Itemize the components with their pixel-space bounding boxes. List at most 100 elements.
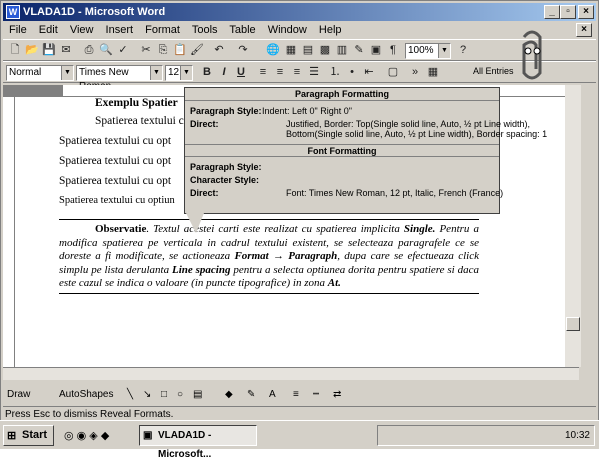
- clock[interactable]: 10:32: [565, 430, 590, 441]
- arrow-style-icon[interactable]: ⇄: [333, 386, 341, 404]
- menu-tools[interactable]: Tools: [192, 24, 218, 36]
- menu-insert[interactable]: Insert: [106, 24, 134, 36]
- italic-icon[interactable]: I: [216, 65, 232, 80]
- obs-line-spacing: Line spacing: [171, 263, 231, 276]
- insert-excel-icon[interactable]: ▩: [317, 43, 333, 58]
- menu-format[interactable]: Format: [145, 24, 180, 36]
- menu-edit[interactable]: Edit: [39, 24, 58, 36]
- line-color-icon[interactable]: ✎: [247, 386, 255, 404]
- hyperlink-icon[interactable]: 🌐: [265, 43, 281, 58]
- taskbar: ⊞ Start ◎ ◉ ◈ ◆ ▣ VLADA1D - Microsoft... 1…: [0, 420, 599, 460]
- help-icon[interactable]: ?: [455, 43, 471, 58]
- insert-table-icon[interactable]: ▤: [300, 43, 316, 58]
- maximize-button[interactable]: ▫: [560, 5, 576, 19]
- align-left-icon[interactable]: ≡: [255, 65, 271, 80]
- bold-icon[interactable]: B: [199, 65, 215, 80]
- horizontal-scrollbar[interactable]: [3, 367, 579, 380]
- drawing-toolbar: Draw AutoShapes ╲ ↘ □ ○ ▤ ◆ ✎ A ≡ ┅ ⇄: [3, 386, 596, 406]
- word-window: W VLADA1D - Microsoft Word _ ▫ × File Ed…: [0, 0, 599, 429]
- drawing-icon[interactable]: ✎: [351, 43, 367, 58]
- decrease-indent-icon[interactable]: ⇤: [361, 65, 377, 80]
- scroll-thumb[interactable]: [566, 317, 580, 331]
- dash-style-icon[interactable]: ┅: [313, 386, 319, 404]
- doc-line-3: Spatierea textului cu opt: [59, 155, 172, 167]
- line-tool-icon[interactable]: ╲: [127, 386, 133, 404]
- font-size-dropdown[interactable]: 12 ▼: [165, 65, 193, 81]
- oval-tool-icon[interactable]: ○: [177, 386, 183, 404]
- task-label: VLADA1D - Microsoft...: [158, 430, 212, 460]
- arrow-tool-icon[interactable]: ↘: [143, 386, 151, 404]
- fill-color-icon[interactable]: ◆: [225, 386, 233, 404]
- justify-icon[interactable]: ☰: [306, 65, 322, 80]
- font-dropdown[interactable]: Times New Roman▼: [76, 65, 163, 92]
- obs-format: Format → Paragraph: [234, 250, 338, 263]
- para-style-label: Paragraph Style:: [190, 106, 262, 116]
- menu-view[interactable]: View: [70, 24, 94, 36]
- start-label: Start: [22, 429, 48, 441]
- windows-logo-icon: ⊞: [7, 430, 17, 442]
- char-style-label: Character Style:: [190, 175, 260, 185]
- taskbar-word-button[interactable]: ▣ VLADA1D - Microsoft...: [139, 425, 257, 460]
- direct-value-1: Justified, Border: Top(Single solid line…: [286, 119, 530, 129]
- reveal-formatting-icon[interactable]: ▦: [425, 65, 441, 80]
- document-map-icon[interactable]: ▣: [368, 43, 384, 58]
- tooltip-pointer: [186, 213, 204, 233]
- doc-line-1: Spatierea textului c: [95, 115, 184, 127]
- office-assistant-clippy[interactable]: [510, 29, 554, 85]
- textbox-tool-icon[interactable]: ▤: [193, 386, 202, 404]
- obs-title: Observatie: [95, 223, 147, 235]
- show-hide-icon[interactable]: ¶: [385, 43, 401, 58]
- spelling-icon[interactable]: ✓: [115, 43, 131, 58]
- word-app-icon[interactable]: W: [6, 5, 20, 19]
- print-preview-icon[interactable]: 🔍: [98, 43, 114, 58]
- bullets-icon[interactable]: •: [344, 65, 360, 80]
- doc-line-2: Spatierea textului cu opt: [59, 135, 172, 147]
- autoshapes-button[interactable]: AutoShapes: [59, 386, 114, 404]
- close-button[interactable]: ×: [578, 5, 594, 19]
- zoom-value: 100%: [408, 45, 434, 56]
- direct-value-2: Bottom(Single solid line, Auto, ½ pt Lin…: [286, 129, 548, 139]
- doc-close-button[interactable]: ×: [576, 23, 592, 37]
- cut-icon[interactable]: ✂: [138, 43, 154, 58]
- print-icon[interactable]: ⎙: [81, 43, 97, 58]
- borders-icon[interactable]: ▢: [385, 65, 401, 80]
- paste-icon[interactable]: 📋: [172, 43, 188, 58]
- redo-icon[interactable]: ↷: [235, 43, 251, 58]
- menu-help[interactable]: Help: [319, 24, 342, 36]
- style-value: Normal: [9, 67, 42, 78]
- email-icon[interactable]: ✉: [58, 43, 74, 58]
- start-button[interactable]: ⊞ Start: [3, 425, 54, 446]
- rectangle-tool-icon[interactable]: □: [161, 386, 167, 404]
- zoom-dropdown[interactable]: 100% ▼: [405, 43, 451, 59]
- direct-label: Direct:: [190, 119, 219, 129]
- columns-icon[interactable]: ▥: [334, 43, 350, 58]
- minimize-button[interactable]: _: [544, 5, 560, 19]
- style-dropdown[interactable]: Normal ▼: [6, 65, 74, 81]
- line-style-icon[interactable]: ≡: [293, 386, 299, 404]
- new-document-icon[interactable]: 🗋: [7, 43, 23, 58]
- doc-line-example: Exemplu Spatier: [95, 97, 178, 109]
- tables-borders-icon[interactable]: ▦: [283, 43, 299, 58]
- open-icon[interactable]: 📂: [24, 43, 40, 58]
- font-direct-value: Font: Times New Roman, 12 pt, Italic, Fr…: [286, 188, 504, 198]
- font-color-icon[interactable]: A: [269, 386, 276, 404]
- draw-menu-button[interactable]: Draw: [7, 386, 30, 404]
- align-center-icon[interactable]: ≡: [272, 65, 288, 80]
- vertical-ruler[interactable]: [3, 97, 15, 367]
- vertical-scrollbar[interactable]: [565, 85, 581, 367]
- all-entries-label[interactable]: All Entries: [473, 66, 514, 76]
- quick-launch-icons[interactable]: ◎ ◉ ◈ ◆: [64, 429, 109, 442]
- format-painter-icon[interactable]: 🖌: [189, 43, 205, 58]
- more-buttons-icon[interactable]: »: [407, 65, 423, 80]
- menu-table[interactable]: Table: [229, 24, 255, 36]
- title-bar[interactable]: W VLADA1D - Microsoft Word _ ▫ ×: [3, 3, 596, 21]
- menu-window[interactable]: Window: [268, 24, 307, 36]
- copy-icon[interactable]: ⎘: [155, 43, 171, 58]
- underline-icon[interactable]: U: [233, 65, 249, 80]
- numbering-icon[interactable]: ⒈: [327, 65, 343, 80]
- font-formatting-heading: Font Formatting: [185, 144, 499, 157]
- undo-icon[interactable]: ↶: [211, 43, 227, 58]
- menu-file[interactable]: File: [9, 24, 27, 36]
- save-icon[interactable]: 💾: [41, 43, 57, 58]
- align-right-icon[interactable]: ≡: [289, 65, 305, 80]
